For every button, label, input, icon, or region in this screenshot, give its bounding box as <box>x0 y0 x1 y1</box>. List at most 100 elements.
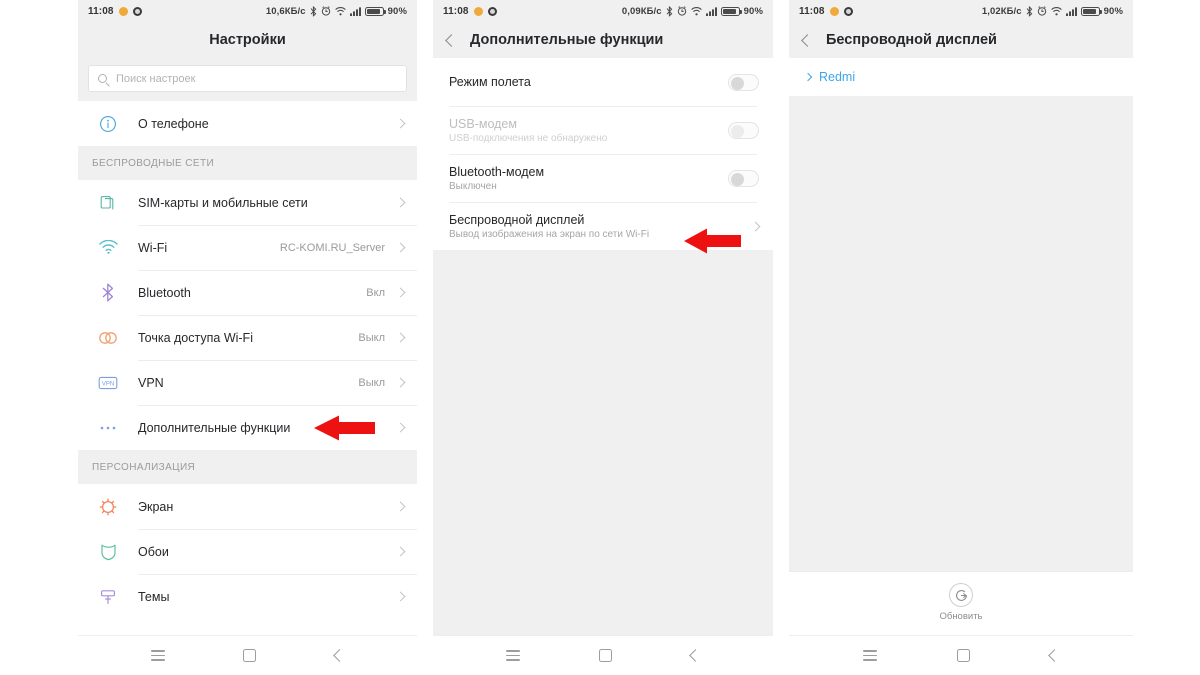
sidebar-item-themes[interactable]: Темы <box>78 574 417 619</box>
sidebar-item-wallpaper[interactable]: Обои <box>78 529 417 574</box>
wireless-group: SIM-карты и мобильные сети Wi-Fi RC-KOMI… <box>78 180 417 450</box>
chevron-left-icon[interactable] <box>801 33 814 47</box>
status-bar-left: 11:08 <box>799 6 853 17</box>
airplane-mode-toggle[interactable] <box>728 73 759 91</box>
bluetooth-icon <box>310 5 317 17</box>
toggle-rows: Режим полета USB-модем USB-подключения н… <box>433 58 773 250</box>
chevron-right-icon <box>395 242 406 253</box>
menu-icon[interactable] <box>151 650 166 661</box>
chevron-right-icon <box>750 221 761 231</box>
dark-dot-icon <box>487 6 497 16</box>
row-subtitle: USB-подключения не обнаружено <box>449 132 608 144</box>
wifi-icon <box>1050 6 1062 16</box>
row-label: Wi-Fi <box>138 240 168 255</box>
row-value: Выкл <box>358 376 385 389</box>
back-icon[interactable] <box>1048 649 1061 662</box>
status-bar-left: 11:08 <box>443 6 497 17</box>
hotspot-icon <box>78 331 138 345</box>
row-label: Обои <box>138 544 169 559</box>
status-bar-right: 1,02КБ/c 90% <box>981 5 1123 17</box>
network-speed: 0,09КБ/c <box>621 5 662 17</box>
search-input[interactable]: Поиск настроек <box>88 65 407 92</box>
additional-functions-body: Режим полета USB-модем USB-подключения н… <box>433 58 773 635</box>
page-title: Настройки <box>78 22 417 58</box>
row-usb-tethering[interactable]: USB-модем USB-подключения не обнаружено <box>433 106 773 154</box>
wifi-icon <box>690 6 702 16</box>
network-speed: 10,6КБ/c <box>265 5 306 17</box>
row-label: Bluetooth <box>138 285 191 300</box>
battery-percent: 90% <box>387 5 407 17</box>
sidebar-item-display[interactable]: Экран <box>78 484 417 529</box>
network-speed: 1,02КБ/c <box>981 5 1022 17</box>
personalization-group: Экран Обои Темы <box>78 484 417 619</box>
sidebar-item-about-phone[interactable]: О телефоне <box>78 101 417 146</box>
refresh-icon <box>949 583 973 607</box>
battery-percent: 90% <box>1103 5 1123 17</box>
row-value: RC-KOMI.RU_Server <box>279 241 385 254</box>
chevron-left-icon[interactable] <box>445 33 458 47</box>
battery-icon <box>1080 6 1102 16</box>
home-icon[interactable] <box>243 649 257 662</box>
chevron-right-icon <box>395 332 406 343</box>
chevron-right-icon <box>395 501 406 512</box>
more-dots-icon <box>78 425 138 431</box>
settings-scroll-body: Поиск настроек О телефоне БЕСПРОВОДНЫЕ С… <box>78 58 417 635</box>
chevron-right-icon <box>395 591 406 602</box>
menu-icon[interactable] <box>506 650 521 661</box>
screenshot-stage: 11:08 10,6КБ/c 90% Настройки Поиск настр… <box>0 0 1200 675</box>
row-label: VPN <box>138 375 164 390</box>
chevron-right-icon <box>803 72 813 82</box>
amber-dot-icon <box>118 6 128 16</box>
row-label: SIM-карты и мобильные сети <box>138 195 308 210</box>
sidebar-item-wifi[interactable]: Wi-Fi RC-KOMI.RU_Server <box>78 225 417 270</box>
row-label: Точка доступа Wi-Fi <box>138 330 253 345</box>
signal-icon <box>349 6 361 16</box>
group-header-wireless: БЕСПРОВОДНЫЕ СЕТИ <box>78 146 417 180</box>
status-bar-right: 10,6КБ/c 90% <box>265 5 407 17</box>
menu-icon[interactable] <box>863 650 877 661</box>
device-list-item-redmi[interactable]: Redmi <box>789 58 1133 96</box>
row-text: Bluetooth-модем Выключен <box>449 165 728 192</box>
about-phone-group: О телефоне <box>78 101 417 146</box>
home-icon[interactable] <box>957 649 970 662</box>
alarm-icon <box>321 6 331 16</box>
row-label: Экран <box>138 499 174 514</box>
phone-panel-wireless-display: 11:08 1,02КБ/c 90% Беспроводной дисплей … <box>789 0 1133 675</box>
sidebar-item-vpn[interactable]: VPN VPN Выкл <box>78 360 417 405</box>
row-text: Режим полета <box>449 75 728 89</box>
refresh-label: Обновить <box>939 611 983 622</box>
sidebar-item-bluetooth[interactable]: Bluetooth Вкл <box>78 270 417 315</box>
themes-icon <box>78 588 138 606</box>
chevron-right-icon <box>395 287 406 298</box>
home-icon[interactable] <box>598 649 612 662</box>
row-subtitle: Выключен <box>449 180 497 192</box>
bluetooth-icon <box>78 283 138 302</box>
row-subtitle: Вывод изображения на экран по сети Wi-Fi <box>449 228 650 240</box>
row-text: Беспроводной дисплей Вывод изображения н… <box>449 213 752 240</box>
wifi-icon <box>334 6 346 16</box>
status-time: 11:08 <box>88 5 114 17</box>
row-title: Bluetooth-модем <box>449 164 545 179</box>
empty-area <box>433 250 773 635</box>
search-area: Поиск настроек <box>78 58 417 101</box>
battery-icon <box>364 6 386 16</box>
sidebar-item-hotspot[interactable]: Точка доступа Wi-Fi Выкл <box>78 315 417 360</box>
row-bluetooth-tethering[interactable]: Bluetooth-модем Выключен <box>433 154 773 202</box>
sidebar-item-sim-cards[interactable]: SIM-карты и мобильные сети <box>78 180 417 225</box>
bluetooth-tethering-toggle[interactable] <box>728 169 759 187</box>
search-icon <box>98 74 107 83</box>
row-title: Беспроводной дисплей <box>449 212 585 227</box>
bluetooth-icon <box>666 5 673 17</box>
page-title: Беспроводной дисплей <box>826 32 997 48</box>
refresh-button[interactable]: Обновить <box>789 571 1133 633</box>
navigation-bar <box>78 635 417 675</box>
chevron-right-icon <box>395 377 406 388</box>
sidebar-item-additional-functions[interactable]: Дополнительные функции <box>78 405 417 450</box>
row-airplane-mode[interactable]: Режим полета <box>433 58 773 106</box>
back-icon[interactable] <box>688 649 702 662</box>
back-icon[interactable] <box>332 649 346 662</box>
dark-dot-icon <box>843 6 853 16</box>
alarm-icon <box>677 6 687 16</box>
row-wireless-display[interactable]: Беспроводной дисплей Вывод изображения н… <box>433 202 773 250</box>
usb-tethering-toggle[interactable] <box>728 121 759 139</box>
